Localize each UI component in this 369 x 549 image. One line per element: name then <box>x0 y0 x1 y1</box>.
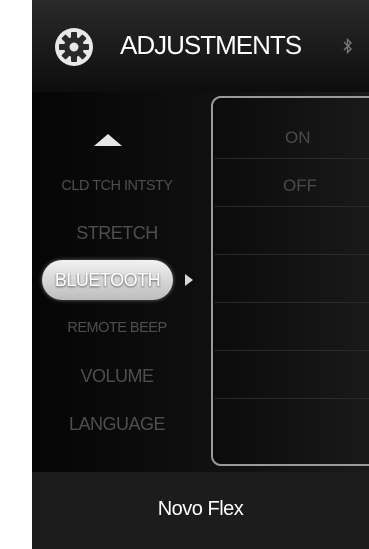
scroll-up-arrow-icon[interactable] <box>94 134 122 146</box>
menu-item-bluetooth-selected[interactable]: BLUETOOTH <box>42 260 173 300</box>
option-on[interactable]: ON <box>285 128 311 148</box>
bluetooth-icon <box>343 37 353 58</box>
divider <box>215 302 369 303</box>
footer-bar: Novo Flex <box>32 472 369 549</box>
option-off[interactable]: OFF <box>283 176 317 196</box>
menu-area: CLD TCH INTSTY STRETCH BLUETOOTH REMOTE … <box>32 92 369 472</box>
divider <box>215 206 369 207</box>
header-bar: ADJUSTMENTS <box>32 0 369 92</box>
gear-icon[interactable] <box>54 27 94 67</box>
menu-item-language[interactable]: LANGUAGE <box>32 414 202 435</box>
divider <box>215 254 369 255</box>
options-panel: ON OFF <box>211 96 369 466</box>
selection-arrow-icon <box>185 274 193 286</box>
divider <box>215 398 369 399</box>
menu-item-volume[interactable]: VOLUME <box>32 366 202 387</box>
menu-item-stretch[interactable]: STRETCH <box>32 223 202 244</box>
product-name: Novo Flex <box>157 498 244 520</box>
divider <box>215 158 369 159</box>
menu-item-cld-tch-intsty[interactable]: CLD TCH INTSTY <box>32 178 202 194</box>
page-title: ADJUSTMENTS <box>120 30 302 60</box>
device-screen: ADJUSTMENTS CLD TCH INTSTY STRETCH BLUET… <box>32 0 369 549</box>
menu-item-remote-beep[interactable]: REMOTE BEEP <box>32 320 202 336</box>
divider <box>215 350 369 351</box>
